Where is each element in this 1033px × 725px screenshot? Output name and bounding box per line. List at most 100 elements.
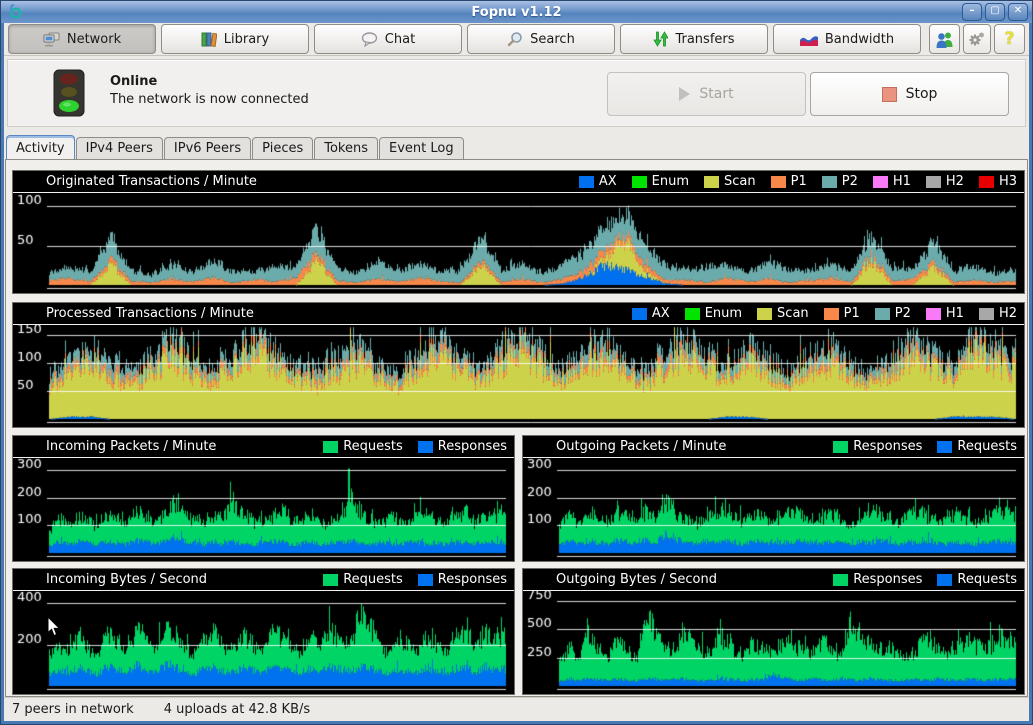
tab-pieces[interactable]: Pieces: [252, 137, 313, 159]
chart-canvas: [13, 458, 512, 560]
legend-label: Responses: [438, 572, 507, 587]
legend-item: Responses: [418, 572, 507, 587]
legend-swatch-icon: [418, 574, 433, 586]
chart-canvas: [13, 325, 1022, 426]
legend-swatch-icon: [926, 308, 941, 320]
legend-item: Enum: [685, 306, 742, 321]
play-icon: [679, 87, 690, 101]
window-title: Fopnu v1.12: [1, 5, 1032, 20]
network-button[interactable]: Network: [8, 24, 156, 54]
chart-canvas: [523, 458, 1022, 560]
legend-swatch-icon: [632, 176, 647, 188]
legend-item: AX: [579, 174, 617, 189]
chart-outgoing-bytes: Outgoing Bytes / Second ResponsesRequest…: [522, 568, 1025, 695]
legend-label: Enum: [652, 174, 689, 189]
chat-button-label: Chat: [385, 32, 415, 47]
search-button[interactable]: Search: [467, 24, 615, 54]
legend-swatch-icon: [418, 441, 433, 453]
legend-item: H1: [873, 174, 911, 189]
tab-ipv6-peers[interactable]: IPv6 Peers: [164, 137, 251, 159]
users-icon: [935, 31, 955, 48]
chart-title: Incoming Packets / Minute: [46, 439, 216, 454]
chart-originated-transactions: Originated Transactions / Minute AX Enum S…: [12, 170, 1025, 294]
legend-swatch-icon: [771, 176, 786, 188]
settings-button[interactable]: [963, 24, 991, 54]
maximize-button[interactable]: ▢: [985, 3, 1005, 21]
fopnu-logo-icon: [6, 3, 24, 21]
chart-canvas: [13, 193, 1022, 292]
chart-legend: Requests Responses: [323, 572, 507, 587]
gears-icon: [968, 31, 986, 47]
legend-label: P2: [842, 174, 858, 189]
legend-label: Responses: [438, 439, 507, 454]
chart-outgoing-packets: Outgoing Packets / Minute Responses Reque…: [522, 435, 1025, 562]
legend-label: P1: [844, 306, 860, 321]
library-button-label: Library: [224, 32, 269, 47]
legend-label: H1: [893, 174, 911, 189]
legend-swatch-icon: [937, 574, 952, 586]
uploads-label: 4 uploads at 42.8 KB/s: [164, 702, 310, 717]
legend-item: P1: [771, 174, 807, 189]
legend-label: H3: [999, 174, 1017, 189]
main-toolbar: Network Library Chat: [4, 23, 1029, 56]
legend-label: H2: [946, 174, 964, 189]
bandwidth-button-label: Bandwidth: [825, 32, 894, 47]
legend-swatch-icon: [323, 574, 338, 586]
start-button-label: Start: [699, 86, 733, 102]
stop-button[interactable]: Stop: [810, 72, 1009, 116]
legend-item: AX: [632, 306, 670, 321]
help-button[interactable]: ?: [994, 24, 1025, 54]
legend-label: Responses: [853, 439, 922, 454]
start-button[interactable]: Start: [607, 72, 806, 116]
computers-icon: [43, 32, 60, 47]
legend-label: P2: [895, 306, 911, 321]
library-button[interactable]: Library: [161, 24, 309, 54]
close-button[interactable]: ✕: [1008, 3, 1028, 21]
chat-button[interactable]: Chat: [314, 24, 462, 54]
legend-label: AX: [599, 174, 617, 189]
chart-title: Outgoing Packets / Minute: [556, 439, 726, 454]
legend-item: Requests: [323, 572, 403, 587]
chart-legend: AXEnumScanP1P2H1H2: [632, 306, 1017, 321]
legend-label: P1: [791, 174, 807, 189]
view-tabs: Activity IPv4 Peers IPv6 Peers Pieces To…: [6, 135, 465, 159]
legend-item: Requests: [937, 572, 1017, 587]
title-bar[interactable]: Fopnu v1.12 – ▢ ✕: [1, 1, 1032, 23]
legend-label: H2: [999, 306, 1017, 321]
legend-swatch-icon: [937, 441, 952, 453]
chart-canvas: [13, 591, 512, 693]
chart-incoming-packets: Incoming Packets / Minute Requests Respon…: [12, 435, 515, 562]
connection-status-panel: Online The network is now connected Star…: [7, 59, 1026, 127]
legend-item: Requests: [937, 439, 1017, 454]
chart-legend: Requests Responses: [323, 439, 507, 454]
legend-swatch-icon: [873, 176, 888, 188]
search-button-label: Search: [530, 32, 575, 47]
bandwidth-button[interactable]: Bandwidth: [773, 24, 921, 54]
tab-event-log[interactable]: Event Log: [379, 137, 464, 159]
legend-label: Requests: [957, 572, 1017, 587]
tab-tokens[interactable]: Tokens: [314, 137, 378, 159]
chart-title: Originated Transactions / Minute: [46, 174, 257, 189]
question-mark-icon: ?: [1005, 29, 1015, 49]
chart-incoming-bytes: Incoming Bytes / Second RequestsResponse…: [12, 568, 515, 695]
legend-swatch-icon: [833, 574, 848, 586]
legend-swatch-icon: [979, 176, 994, 188]
up-down-arrows-icon: [653, 31, 668, 47]
chart-processed-transactions: Processed Transactions / Minute AXEnumSc…: [12, 302, 1025, 428]
legend-swatch-icon: [833, 441, 848, 453]
users-button[interactable]: [929, 24, 960, 54]
stop-square-icon: [882, 87, 897, 102]
transfers-button[interactable]: Transfers: [620, 24, 768, 54]
legend-label: Scan: [724, 174, 756, 189]
legend-item: H2: [926, 174, 964, 189]
app-window: Fopnu v1.12 – ▢ ✕ Network: [0, 0, 1033, 725]
tab-ipv4-peers[interactable]: IPv4 Peers: [76, 137, 163, 159]
tab-activity[interactable]: Activity: [6, 135, 75, 159]
chart-title: Outgoing Bytes / Second: [556, 572, 717, 587]
legend-item: Requests: [323, 439, 403, 454]
chart-canvas: [523, 591, 1022, 693]
legend-item: P1: [824, 306, 860, 321]
minimize-button[interactable]: –: [962, 3, 982, 21]
legend-label: Requests: [343, 439, 403, 454]
legend-swatch-icon: [875, 308, 890, 320]
